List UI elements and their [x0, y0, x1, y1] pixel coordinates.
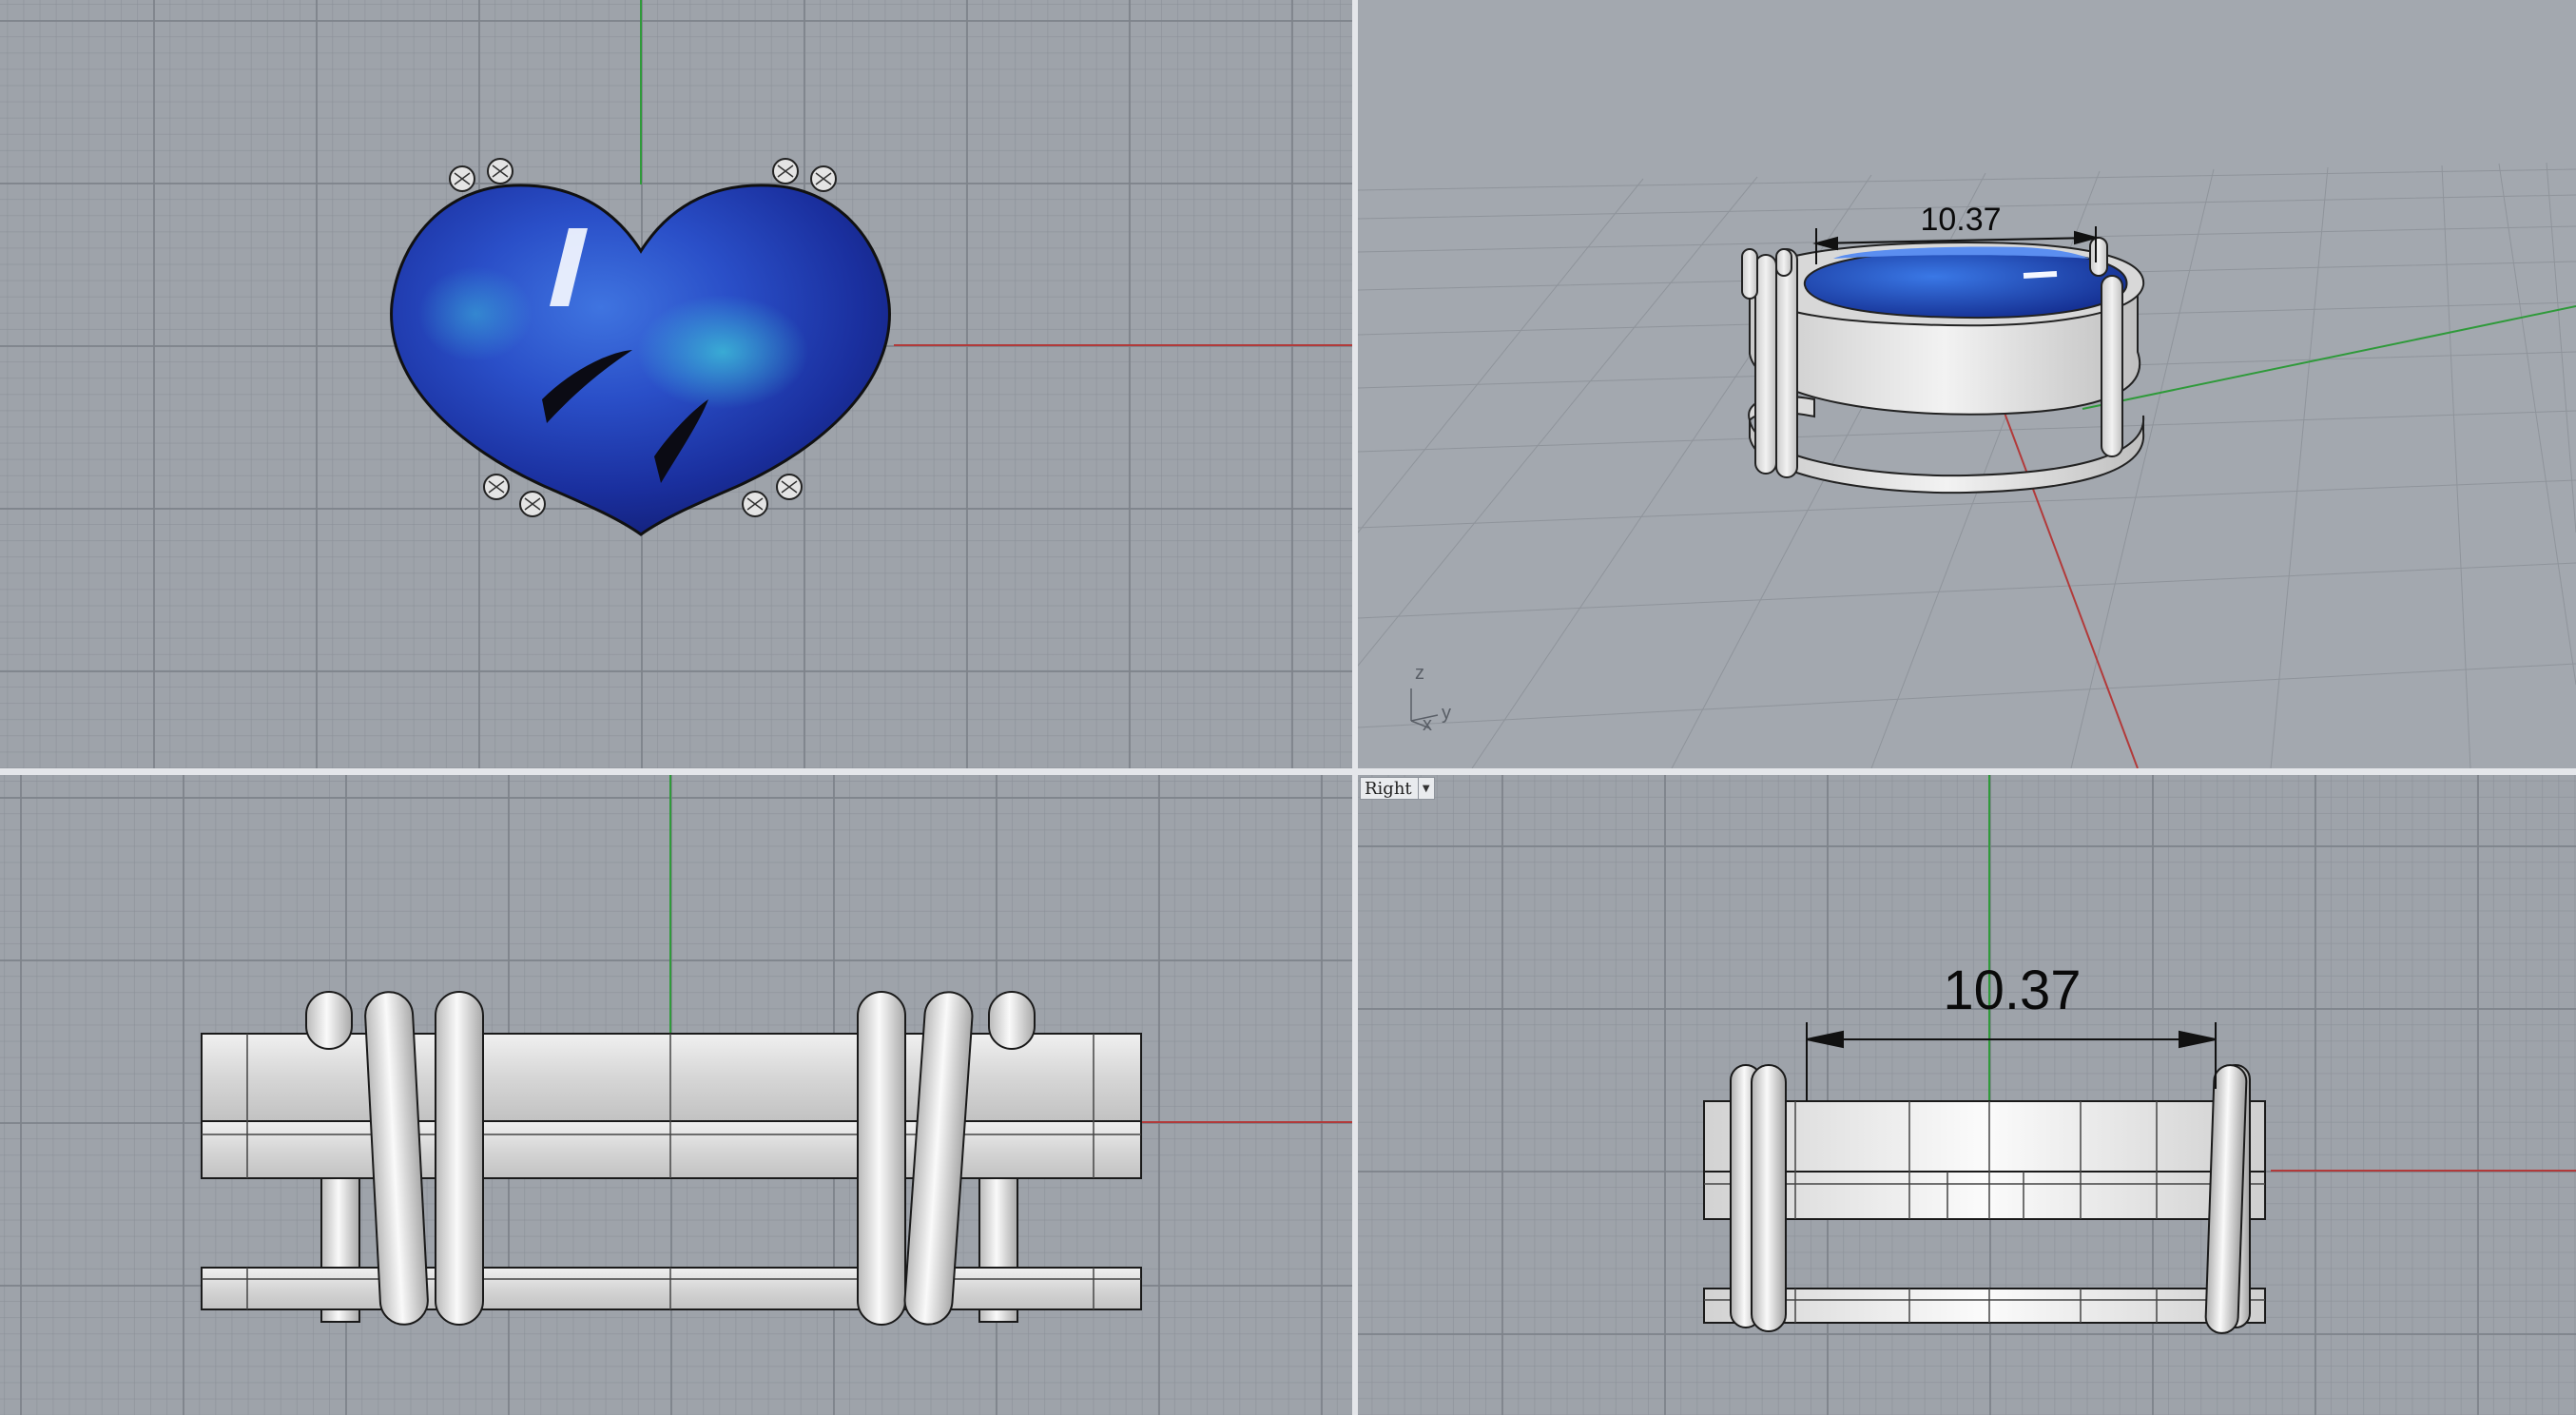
- axis-x-label: x: [1423, 714, 1432, 735]
- ring-right-model: [1703, 1064, 2266, 1334]
- top-view-canvas: [390, 0, 1352, 536]
- ring-front-model: [201, 991, 1142, 1326]
- y-axis-line: [2082, 305, 2576, 410]
- heart-opal-gem: [390, 184, 891, 536]
- axis-z-label: z: [1415, 663, 1424, 684]
- viewport-name: Right: [1365, 778, 1412, 799]
- chevron-down-icon[interactable]: ▼: [1417, 778, 1434, 799]
- right-viewport[interactable]: Right ▼ 10.37: [1358, 775, 2576, 1415]
- perspective-viewport[interactable]: 10.37 z x y: [1358, 0, 2576, 768]
- perspective-view-canvas: 10.37 z x y: [1358, 162, 2576, 768]
- front-view-canvas: [201, 775, 1352, 1326]
- right-dimension-label: 10.37: [1943, 959, 2081, 1021]
- perspective-dimension-label: 10.37: [1920, 202, 2001, 238]
- front-viewport[interactable]: [0, 775, 1352, 1415]
- axis-y-label: y: [1442, 703, 1451, 724]
- top-viewport[interactable]: [0, 0, 1352, 768]
- right-dimension: [1806, 1022, 2217, 1101]
- ring-3d-model: [1741, 237, 2145, 494]
- right-view-canvas: 10.37: [1703, 775, 2576, 1334]
- viewport-title-right[interactable]: Right ▼: [1360, 777, 1435, 800]
